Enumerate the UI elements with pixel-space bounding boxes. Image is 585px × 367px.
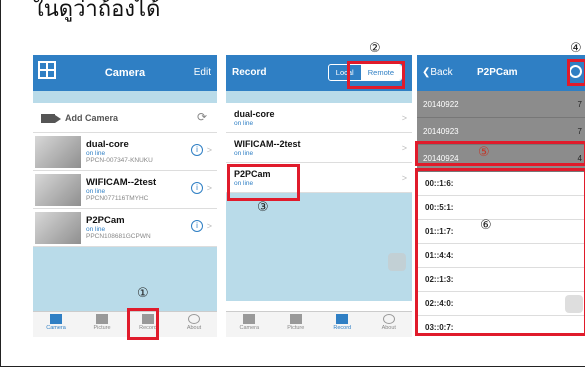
camera-status: on line (86, 188, 106, 195)
picture-tab-icon (96, 314, 108, 324)
record-camera-name: dual-core (234, 109, 275, 119)
tab-bar: Camera Picture Record About (33, 311, 217, 337)
tab-picture[interactable]: Picture (273, 312, 320, 337)
camera-status: on line (86, 226, 106, 233)
tab-label: Picture (93, 325, 111, 331)
camera-screen: Camera Edit Add Camera ⟳ dual-core on li… (33, 55, 217, 337)
date-row[interactable]: 20140922 7 (417, 91, 585, 118)
camera-row[interactable]: WIFICAM--2test on line PPCN077116TMYHC i… (33, 171, 217, 209)
highlight-time-list (415, 168, 585, 336)
marker-6: ⑥ (480, 218, 492, 233)
date-label: 20140923 (423, 127, 459, 136)
marker-3: ③ (257, 200, 269, 215)
camera-id: PPCN108681GCPWN (86, 233, 151, 240)
camera-name: WIFICAM--2test (86, 177, 157, 188)
back-label: Back (430, 67, 453, 78)
camera-title: Camera (104, 67, 146, 79)
tab-label: Record (333, 325, 352, 331)
record-tab-icon (336, 314, 349, 324)
tab-label: Camera (46, 325, 66, 331)
tab-camera[interactable]: Camera (33, 312, 79, 337)
camera-tab-icon (50, 314, 62, 324)
tab-record[interactable]: Record (319, 312, 366, 337)
tab-label: About (186, 325, 202, 331)
highlight-p2pcam-row (227, 164, 300, 201)
edit-button[interactable]: Edit (194, 67, 211, 78)
camera-id: PPCN-007347-KNUKU (86, 157, 153, 164)
add-camera-label: Add Camera (65, 113, 119, 123)
marker-5: ⑤ (478, 145, 490, 160)
camera-row[interactable]: dual-core on line PPCN-007347-KNUKU i > (33, 133, 217, 171)
record-camera-status: on line (234, 120, 254, 127)
camera-thumbnail (35, 174, 81, 206)
camera-id: PPCN077116TMYHC (86, 195, 149, 202)
date-count: 7 (577, 100, 582, 109)
chevron-right-icon: > (401, 173, 407, 183)
caption-text: ในดูว่าถ้องได้ (33, 0, 161, 21)
record-row[interactable]: WIFICAM--2test on line > (226, 133, 412, 163)
marker-2: ② (369, 41, 381, 56)
record-row[interactable]: dual-core on line > (226, 103, 412, 133)
record-camera-name: WIFICAM--2test (234, 139, 301, 149)
record-camera-status: on line (234, 150, 254, 157)
camera-name: dual-core (86, 139, 129, 150)
marker-4: ④ (570, 41, 582, 56)
video-camera-icon (41, 114, 61, 123)
record-title: Record (232, 67, 267, 78)
navbar-spacer (226, 91, 412, 103)
date-count: 7 (577, 127, 582, 136)
highlight-refresh-button (567, 59, 585, 86)
tab-camera[interactable]: Camera (226, 312, 273, 337)
empty-list-area (33, 247, 217, 317)
about-tab-icon (382, 314, 395, 324)
tab-label: Picture (287, 325, 305, 331)
assistive-touch-icon[interactable] (388, 253, 406, 271)
tab-label: Camera (239, 325, 260, 331)
highlight-record-tab (127, 308, 159, 340)
navbar-spacer (33, 91, 217, 103)
camera-name: P2PCam (86, 215, 125, 226)
tab-label: About (381, 325, 396, 331)
back-button[interactable]: ❮Back (422, 67, 453, 78)
camera-row[interactable]: P2PCam on line PPCN108681GCPWN i > (33, 209, 217, 247)
picture-tab-icon (289, 314, 302, 324)
tab-bar: Camera Picture Record About (226, 311, 412, 337)
add-camera-row[interactable]: Add Camera ⟳ (33, 103, 217, 133)
chevron-right-icon: > (401, 113, 407, 123)
empty-list-area (226, 193, 412, 301)
chevron-right-icon: > (206, 221, 212, 231)
highlight-date-row (415, 141, 585, 166)
recordings-navbar: ❮Back P2PCam (417, 55, 585, 91)
info-icon[interactable]: i (191, 182, 203, 194)
tab-about[interactable]: About (366, 312, 413, 337)
refresh-icon[interactable]: ⟳ (197, 110, 207, 124)
info-icon[interactable]: i (191, 220, 203, 232)
camera-tab-icon (243, 314, 256, 324)
highlight-remote-button (347, 61, 405, 89)
camera-navbar: Camera Edit (33, 55, 217, 91)
marker-1: ① (137, 286, 149, 301)
info-icon[interactable]: i (191, 144, 203, 156)
camera-status: on line (86, 150, 106, 157)
chevron-right-icon: > (206, 183, 212, 193)
camera-thumbnail (35, 212, 81, 244)
camera-thumbnail (35, 136, 81, 168)
date-label: 20140922 (423, 100, 459, 109)
tab-picture[interactable]: Picture (79, 312, 125, 337)
chevron-right-icon: > (401, 143, 407, 153)
about-tab-icon (188, 314, 200, 324)
chevron-right-icon: > (206, 145, 212, 155)
tab-about[interactable]: About (171, 312, 217, 337)
recordings-title: P2PCam (477, 67, 518, 78)
